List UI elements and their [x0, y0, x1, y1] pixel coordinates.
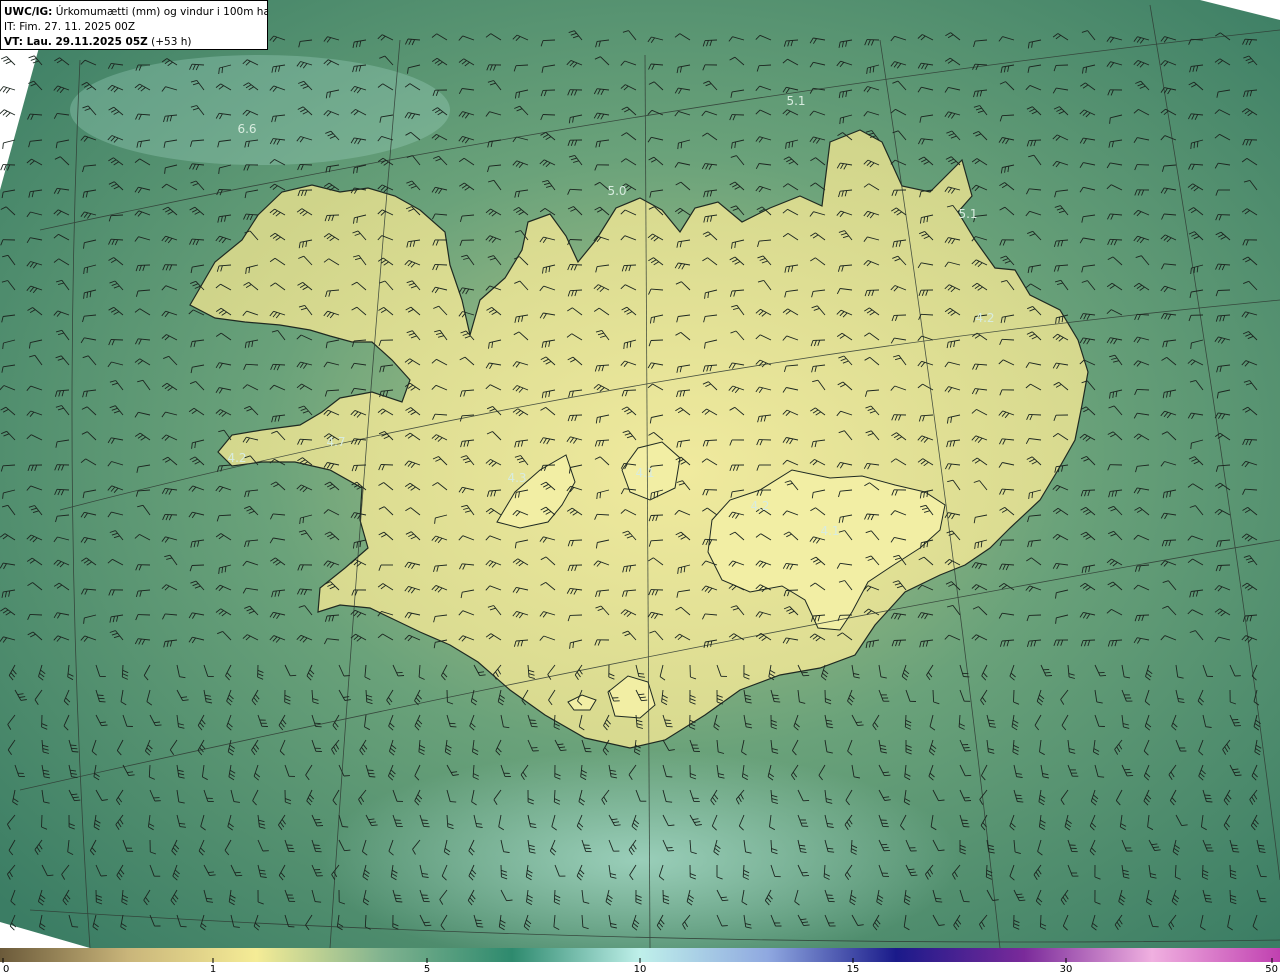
value-label: 5.1 — [958, 207, 977, 221]
colorbar-tick-label: 10 — [633, 964, 647, 975]
value-label: 4.7 — [326, 435, 345, 449]
value-label: 5.1 — [786, 94, 805, 108]
map-title-box: UWC/IG: Úrkomumætti (mm) og vindur i 100… — [0, 0, 268, 50]
colorbar-tick-label: 1 — [209, 964, 217, 975]
colorbar: 0 1 5 10 15 30 50 — [0, 948, 1280, 978]
value-label: 4.2 — [227, 451, 246, 465]
wind-barb — [0, 109, 16, 118]
value-label: 4.2 — [975, 311, 994, 325]
product-description: Úrkomumætti (mm) og vindur i 100m hæð — [52, 6, 268, 18]
forecast-offset: (+53 h) — [147, 36, 192, 48]
colorbar-tick-label: 50 — [1265, 964, 1278, 975]
value-label: 5.0 — [607, 184, 626, 198]
value-label: 6.6 — [237, 122, 256, 136]
title-line-3: VT: Lau. 29.11.2025 05Z (+53 h) — [4, 35, 264, 49]
value-label: 4.2 — [750, 499, 769, 513]
colorbar-tick-label: 15 — [846, 964, 860, 975]
title-line-1: UWC/IG: Úrkomumætti (mm) og vindur i 100… — [4, 5, 267, 20]
wind-barb — [0, 86, 16, 94]
colorbar-tick-label: 0 — [3, 964, 10, 975]
product-code: UWC/IG: — [4, 6, 53, 18]
valid-time: VT: Lau. 29.11.2025 05Z — [4, 36, 148, 48]
colorbar-tick-label: 30 — [1059, 964, 1073, 975]
precipitation-map: 6.6 5.1 5.0 5.1 4.2 4.7 4.2 4.3 4.1 4.2 4.1 — [0, 0, 1280, 948]
title-line-2: IT: Fim. 27. 11. 2025 00Z — [4, 21, 136, 33]
value-label: 4.3 — [507, 471, 526, 485]
value-label: 4.1 — [820, 524, 839, 538]
colorbar-tick-label: 5 — [423, 964, 431, 975]
northwest-band — [70, 55, 450, 165]
wind-barb — [0, 56, 16, 66]
value-label: 4.1 — [635, 466, 654, 480]
